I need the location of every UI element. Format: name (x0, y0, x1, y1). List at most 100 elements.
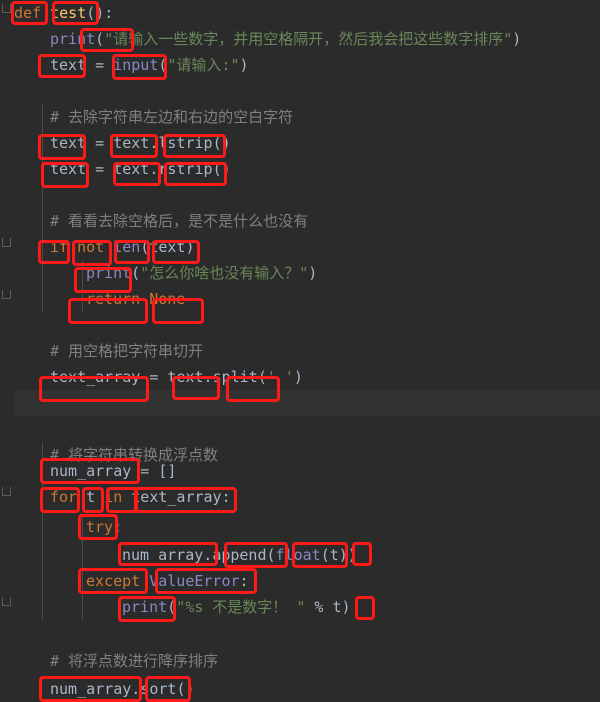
code-token: sort (140, 680, 177, 698)
code-token: lstrip (158, 134, 213, 152)
code-token: ( (95, 30, 105, 48)
code-token: in (104, 488, 123, 506)
code-token: ( (320, 546, 330, 564)
code-token: # 去除字符串左边和右边的空白字符 (50, 108, 294, 126)
code-token: : (239, 572, 249, 590)
code-token: ( (266, 546, 276, 564)
code-token: input (113, 56, 159, 74)
code-token: if (50, 238, 69, 256)
code-token: ): (185, 238, 204, 256)
code-line[interactable]: text = input("请输入:") (50, 52, 249, 78)
code-token: text (113, 134, 150, 152)
code-token: ValueError (149, 572, 240, 590)
code-line[interactable]: except ValueError: (86, 568, 249, 594)
code-token: (): (86, 4, 114, 22)
code-token: num_array (50, 680, 132, 698)
code-line[interactable]: num_array.append(float(t)) (122, 542, 357, 568)
code-token: () (212, 160, 231, 178)
code-token: split (212, 368, 258, 386)
code-line[interactable]: print("%s 不是数字！ " % t) (122, 594, 351, 620)
code-token: ( (167, 598, 177, 616)
code-token: for (50, 488, 78, 506)
code-line[interactable]: try: (86, 514, 122, 540)
code-line[interactable]: print("怎么你啥也没有输入？") (86, 260, 317, 286)
code-token: print (50, 30, 96, 48)
code-text-layer[interactable]: def test(): print("请输入一些数字，并用空格隔开，然后我会把这些… (0, 0, 600, 702)
code-line[interactable]: # 去除字符串左边和右边的空白字符 (50, 104, 293, 130)
code-token: None (149, 290, 186, 308)
code-token: "怎么你啥也没有输入？" (140, 264, 309, 282)
code-line[interactable]: print("请输入一些数字，并用空格隔开，然后我会把这些数字排序") (50, 26, 521, 52)
code-line[interactable]: return None (86, 286, 185, 312)
code-token: = (86, 160, 114, 178)
code-token: ) (239, 56, 249, 74)
code-token: float (275, 546, 321, 564)
code-token: text (167, 368, 204, 386)
code-token: = (140, 368, 168, 386)
code-line[interactable]: if not len(text): (50, 234, 204, 260)
code-token: num_array (50, 462, 132, 480)
code-token: try (86, 518, 114, 536)
code-token: text (113, 160, 150, 178)
code-token: "%s 不是数字！ " (176, 598, 306, 616)
code-token: )) (338, 546, 357, 564)
code-token: () (212, 134, 231, 152)
code-token: () (176, 680, 195, 698)
code-token: len (113, 238, 141, 256)
code-token: append (212, 546, 267, 564)
code-token: not (77, 238, 105, 256)
code-token: ( (257, 368, 267, 386)
code-token: ( (140, 238, 150, 256)
code-line[interactable]: text = text.lstrip() (50, 130, 231, 156)
code-token: rstrip (158, 160, 213, 178)
code-line[interactable]: def test(): (14, 0, 113, 26)
code-token: . (203, 368, 213, 386)
code-token: t (332, 598, 342, 616)
code-token: ) (308, 264, 318, 282)
code-token: ) (293, 368, 303, 386)
code-token: "请输入:" (167, 56, 240, 74)
code-line[interactable]: text = text.rstrip() (50, 156, 231, 182)
code-token: : (221, 488, 231, 506)
code-token: # 将浮点数进行降序排序 (50, 652, 219, 670)
code-token: text_array (50, 368, 141, 386)
code-token: print (86, 264, 132, 282)
code-token: ) (512, 30, 522, 48)
code-line[interactable]: # 用空格把字符串切开 (50, 338, 203, 364)
code-token: return (86, 290, 141, 308)
code-token: text_array (131, 488, 222, 506)
code-token: text (50, 160, 87, 178)
code-token: : (113, 518, 123, 536)
code-token: text (50, 134, 87, 152)
code-token: t (86, 488, 96, 506)
code-line[interactable]: num_array = [] (50, 458, 176, 484)
code-line[interactable]: num_array.sort() (50, 676, 195, 702)
code-token: = (86, 56, 114, 74)
code-token: text (50, 56, 87, 74)
code-token: . (131, 680, 141, 698)
code-token: t (329, 546, 339, 564)
code-token: . (203, 546, 213, 564)
code-editor[interactable]: def test(): print("请输入一些数字，并用空格隔开，然后我会把这些… (0, 0, 600, 702)
code-token: = [] (131, 462, 177, 480)
code-line[interactable]: text_array = text.split(' ') (50, 364, 303, 390)
code-token: "请输入一些数字，并用空格隔开，然后我会把这些数字排序" (104, 30, 513, 48)
code-token: def (14, 4, 42, 22)
code-token: = (86, 134, 114, 152)
code-token: ' ' (266, 368, 294, 386)
code-token: test (50, 4, 87, 22)
code-line[interactable]: # 看看去除空格后，是不是什么也没有 (50, 208, 308, 234)
code-token: except (86, 572, 141, 590)
code-token: print (122, 598, 168, 616)
code-token: # 用空格把字符串切开 (50, 342, 204, 360)
code-line[interactable]: # 将浮点数进行降序排序 (50, 648, 218, 674)
code-line[interactable]: for t in text_array: (50, 484, 231, 510)
code-token: # 看看去除空格后，是不是什么也没有 (50, 212, 309, 230)
